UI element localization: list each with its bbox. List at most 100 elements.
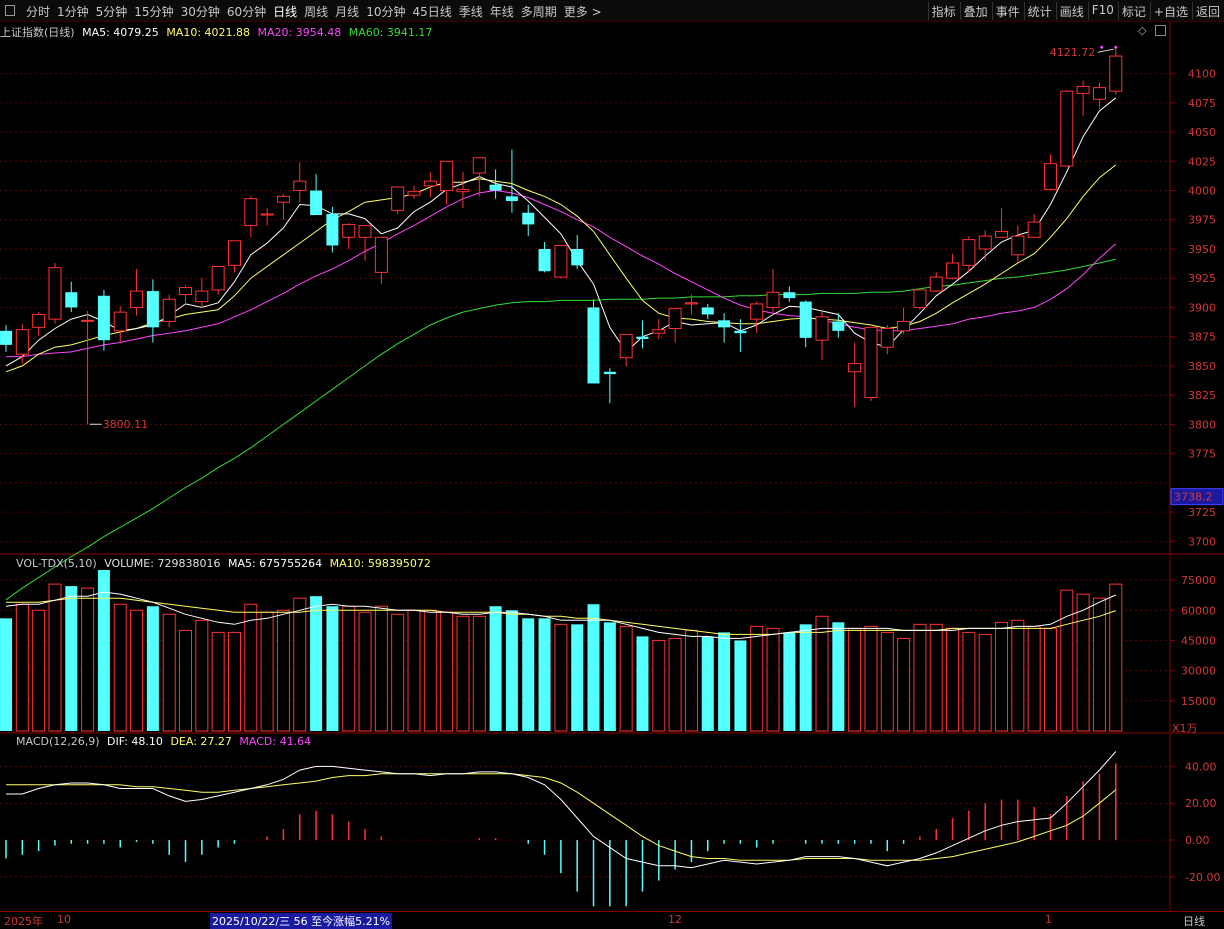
period-tab-4[interactable]: 30分钟 xyxy=(181,3,220,20)
period-tab-9[interactable]: 10分钟 xyxy=(366,3,405,20)
candle-up[interactable] xyxy=(995,230,1009,238)
tool-button-3[interactable]: 统计 xyxy=(1028,3,1052,20)
period-label[interactable]: 日线 xyxy=(1183,913,1205,929)
candle-up[interactable] xyxy=(130,290,144,308)
candle-up[interactable] xyxy=(880,327,894,348)
candle-up[interactable] xyxy=(48,267,62,320)
tool-button-6[interactable]: 标记 xyxy=(1122,3,1146,20)
candle-up[interactable] xyxy=(1092,87,1106,100)
candle-up[interactable] xyxy=(1076,85,1090,94)
candle-up[interactable] xyxy=(244,198,258,227)
candle-up[interactable] xyxy=(195,290,209,303)
candle-down[interactable] xyxy=(718,320,731,328)
candle-up[interactable] xyxy=(423,180,437,187)
period-tab-0[interactable]: 分时 xyxy=(26,3,50,20)
candle-up[interactable] xyxy=(32,313,46,328)
candle-up[interactable] xyxy=(1027,221,1041,238)
candle-up[interactable] xyxy=(179,287,193,296)
candle-up[interactable] xyxy=(1109,55,1123,92)
period-tab-14[interactable]: 更多 > xyxy=(564,3,602,20)
period-tab-10[interactable]: 45日线 xyxy=(412,3,451,20)
period-tab-3[interactable]: 15分钟 xyxy=(134,3,173,20)
candle-down[interactable] xyxy=(0,330,12,345)
candle-up[interactable] xyxy=(211,266,225,291)
period-tab-11[interactable]: 季线 xyxy=(459,3,483,20)
candle-up[interactable] xyxy=(962,239,976,266)
candle-down[interactable] xyxy=(636,336,649,340)
candle-up[interactable] xyxy=(929,276,943,292)
period-tab-8[interactable]: 月线 xyxy=(335,3,359,20)
candle-up[interactable] xyxy=(113,311,127,332)
period-tab-7[interactable]: 周线 xyxy=(304,3,328,20)
period-tab-13[interactable]: 多周期 xyxy=(521,3,557,20)
candle-up[interactable] xyxy=(440,160,454,192)
candle-up[interactable] xyxy=(848,363,862,373)
candle-up[interactable] xyxy=(1043,163,1057,190)
candle-up[interactable] xyxy=(342,223,356,238)
candle-up[interactable] xyxy=(162,298,176,322)
candle-up[interactable] xyxy=(815,316,829,341)
candle-down[interactable] xyxy=(97,295,110,341)
candle-down[interactable] xyxy=(522,212,535,225)
candle-up[interactable] xyxy=(472,157,486,174)
candle-up[interactable] xyxy=(978,235,992,250)
candle-down[interactable] xyxy=(783,292,796,299)
tool-button-8[interactable]: 返回 xyxy=(1196,3,1220,20)
volume-bar-up xyxy=(440,611,454,732)
candle-up[interactable] xyxy=(227,240,241,266)
panel-menu-icon[interactable] xyxy=(5,5,15,16)
period-tab-12[interactable]: 年线 xyxy=(490,3,514,20)
candle-down[interactable] xyxy=(571,248,584,266)
candle-up[interactable] xyxy=(407,191,421,196)
candle-down[interactable] xyxy=(701,307,714,315)
candle-down[interactable] xyxy=(146,291,159,328)
candle-up[interactable] xyxy=(652,329,666,334)
candle-up[interactable] xyxy=(276,195,290,203)
candle-up[interactable] xyxy=(554,244,568,278)
candle-up[interactable] xyxy=(946,262,960,279)
candle-up[interactable] xyxy=(913,289,927,308)
candle-up[interactable] xyxy=(456,188,470,193)
candle-up[interactable] xyxy=(1060,90,1074,167)
candle-up[interactable] xyxy=(897,320,911,332)
period-tab-1[interactable]: 1分钟 xyxy=(57,3,89,20)
tool-button-2[interactable]: 事件 xyxy=(996,3,1020,20)
candle-down[interactable] xyxy=(505,196,518,202)
candle-up[interactable] xyxy=(766,291,780,308)
candle-up[interactable] xyxy=(374,236,388,273)
candle-down[interactable] xyxy=(489,184,502,191)
candle-down[interactable] xyxy=(310,190,323,216)
main-panel-diamond-icon[interactable]: ◇ xyxy=(1138,24,1146,37)
tool-button-5[interactable]: F10 xyxy=(1092,3,1114,17)
candle-down[interactable] xyxy=(538,248,551,272)
candle-down[interactable] xyxy=(587,307,600,384)
period-tab-5[interactable]: 60分钟 xyxy=(227,3,266,20)
candle-up[interactable] xyxy=(750,303,764,320)
stock-chart[interactable]: 4100 4075 4050 4025 4000 3975 3950 3925 3900 3875… xyxy=(0,22,1224,911)
period-tab-6[interactable]: 日线 xyxy=(273,3,297,20)
candle-down[interactable] xyxy=(326,213,339,246)
candle-down[interactable] xyxy=(65,292,78,308)
candle-up[interactable] xyxy=(358,225,372,238)
candle-up[interactable] xyxy=(668,308,682,329)
candle-up[interactable] xyxy=(293,180,307,192)
tool-button-1[interactable]: 叠加 xyxy=(964,3,988,20)
candle-down[interactable] xyxy=(734,330,747,334)
candle-down[interactable] xyxy=(799,301,812,338)
candle-up[interactable] xyxy=(1011,235,1025,256)
candle-down[interactable] xyxy=(603,371,616,375)
tool-button-4[interactable]: 画线 xyxy=(1060,3,1084,20)
tool-button-0[interactable]: 指标 xyxy=(932,3,956,20)
main-panel-toggle-icon[interactable] xyxy=(1155,25,1166,36)
candle-up[interactable] xyxy=(15,329,29,355)
period-tab-2[interactable]: 5分钟 xyxy=(96,3,128,20)
candle-up[interactable] xyxy=(684,302,698,305)
candle-up[interactable] xyxy=(81,319,95,322)
volume-bar-up xyxy=(962,631,976,732)
candle-up[interactable] xyxy=(864,326,878,398)
candle-down[interactable] xyxy=(832,321,845,331)
candle-up[interactable] xyxy=(619,333,633,359)
candle-up[interactable] xyxy=(260,213,274,216)
candle-up[interactable] xyxy=(391,186,405,211)
tool-button-7[interactable]: +自选 xyxy=(1154,3,1188,20)
